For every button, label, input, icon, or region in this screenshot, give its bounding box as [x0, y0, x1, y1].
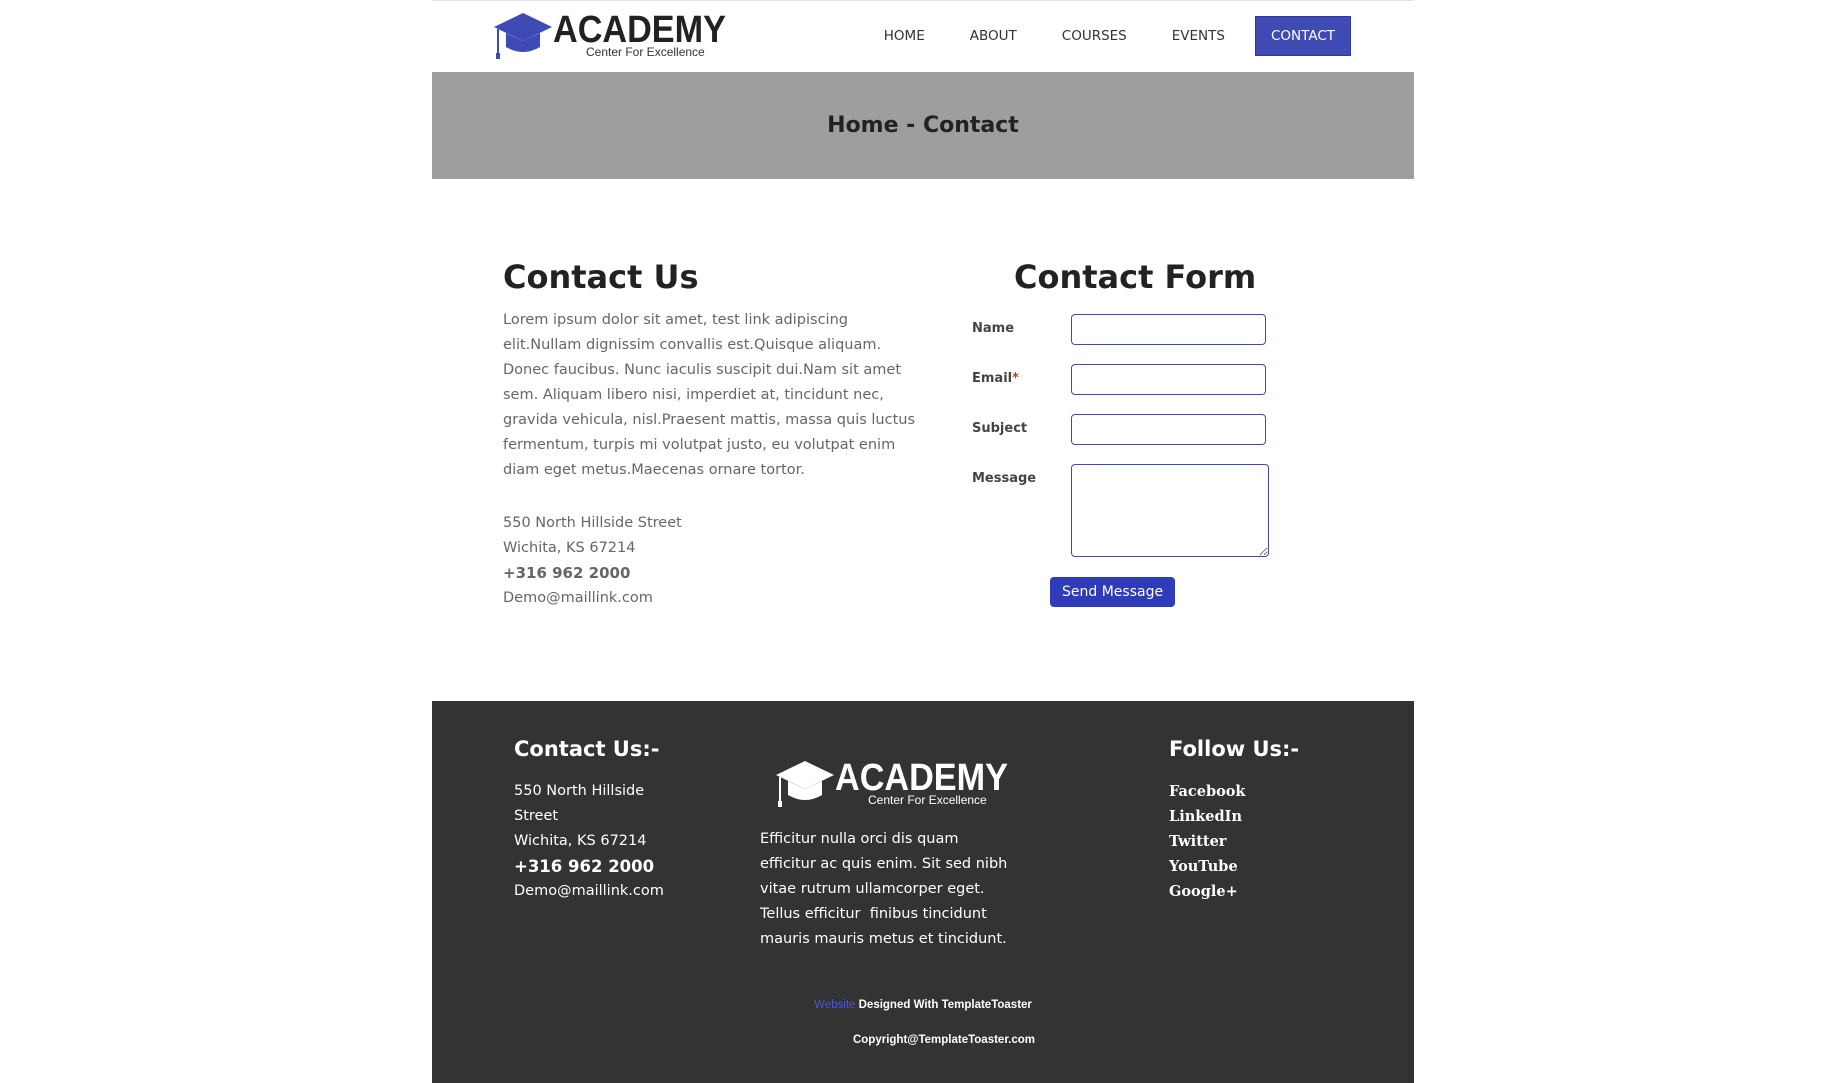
website-link[interactable]: Website: [814, 999, 855, 1011]
social-youtube[interactable]: YouTube: [1169, 854, 1349, 879]
subject-field[interactable]: [1071, 414, 1266, 445]
contact-info-section: Contact Us Lorem ipsum dolor sit amet, t…: [503, 258, 923, 611]
body-line: fermentum, turpis mi volutpat justo, eu …: [503, 437, 896, 453]
email-label-text: Email: [972, 371, 1013, 386]
nav-about[interactable]: ABOUT: [955, 16, 1032, 56]
footer-email[interactable]: Demo@maillink.com: [514, 879, 714, 904]
message-label: Message: [972, 471, 1037, 486]
email-label: Email*: [972, 371, 1019, 386]
copyright: Copyright@TemplateToaster.com: [852, 1034, 1036, 1046]
address-line-2: Wichita, KS 67214: [503, 540, 636, 556]
nav-events[interactable]: EVENTS: [1157, 16, 1240, 56]
social-links: Facebook LinkedIn Twitter YouTube Google…: [1169, 779, 1349, 904]
contact-address: 550 North Hillside Street Wichita, KS 67…: [503, 511, 923, 611]
footer-logo[interactable]: ACADEMY Center For Excellence: [774, 757, 1008, 813]
logo-tagline: Center For Excellence: [586, 45, 705, 59]
desc-line: mauris mauris metus et tincidunt.: [760, 931, 1007, 947]
name-label: Name: [972, 321, 1015, 336]
desc-line: Tellus efficitur finibus tincidunt: [760, 906, 987, 922]
social-googleplus[interactable]: Google+: [1169, 879, 1349, 904]
email-field[interactable]: [1071, 364, 1266, 395]
send-message-button[interactable]: Send Message: [1050, 577, 1176, 607]
nav-contact[interactable]: CONTACT: [1254, 16, 1351, 56]
social-twitter[interactable]: Twitter: [1169, 829, 1349, 854]
desc-line: Efficitur nulla orci dis quam: [760, 831, 959, 847]
subject-label: Subject: [972, 421, 1028, 436]
footer-address: 550 North Hillside Street Wichita, KS 67…: [514, 779, 714, 904]
social-linkedin[interactable]: LinkedIn: [1169, 804, 1349, 829]
main-nav: HOME ABOUT COURSES EVENTS CONTACT: [854, 16, 1351, 56]
page-banner: Home - Contact: [432, 72, 1414, 179]
page: ACADEMY Center For Excellence HOME ABOUT…: [432, 0, 1414, 1083]
graduation-cap-icon: [776, 761, 834, 807]
message-field[interactable]: [1071, 464, 1269, 557]
email-address[interactable]: Demo@maillink.com: [503, 586, 923, 611]
body-line: elit.Nullam dignissim convallis est.Quis…: [503, 337, 882, 353]
footer-address-a: 550 North Hillside: [514, 783, 645, 799]
footer-contact: Contact Us:- 550 North Hillside Street W…: [514, 737, 714, 904]
required-marker: *: [1012, 371, 1019, 386]
footer-credit: Website Designed With TemplateToaster: [432, 999, 1414, 1011]
footer-logo-tagline: Center For Excellence: [868, 793, 987, 807]
contact-us-body: Lorem ipsum dolor sit amet, test link ad…: [503, 308, 923, 483]
name-field[interactable]: [1071, 314, 1266, 345]
graduation-cap-icon: [494, 13, 552, 59]
footer-social: Follow Us:- Facebook LinkedIn Twitter Yo…: [1169, 737, 1349, 904]
nav-home[interactable]: HOME: [869, 16, 940, 56]
social-facebook[interactable]: Facebook: [1169, 779, 1349, 804]
body-line: gravida vehicula, nisl.Praesent mattis, …: [503, 412, 916, 428]
contact-form-heading: Contact Form: [1014, 258, 1257, 296]
desc-line: vitae rutrum ullamcorper eget.: [760, 881, 985, 897]
footer-phone: +316 962 2000: [514, 857, 655, 876]
body-line: Lorem ipsum dolor sit amet, test link ad…: [503, 312, 848, 328]
follow-heading: Follow Us:-: [1169, 737, 1300, 761]
footer-address-b: Street: [514, 808, 559, 824]
contact-us-heading: Contact Us: [503, 258, 699, 296]
address-line-1: 550 North Hillside Street: [503, 515, 682, 531]
phone-number: +316 962 2000: [503, 564, 631, 582]
nav-courses[interactable]: COURSES: [1047, 16, 1142, 56]
footer-address-c: Wichita, KS 67214: [514, 833, 647, 849]
body-line: Donec faucibus. Nunc iaculis suscipit du…: [503, 362, 901, 378]
credit-text: Designed With TemplateToaster: [855, 999, 1032, 1011]
footer-contact-heading: Contact Us:-: [514, 737, 660, 761]
breadcrumb: Home - Contact: [827, 113, 1019, 138]
body-line: sem. Aliquam libero nisi, imperdiet at, …: [503, 387, 884, 403]
desc-line: efficitur ac quis enim. Sit sed nibh: [760, 856, 1008, 872]
site-logo[interactable]: ACADEMY Center For Excellence: [492, 9, 726, 65]
body-line: diam eget metus.Maecenas ornare tortor.: [503, 462, 805, 478]
site-header: ACADEMY Center For Excellence HOME ABOUT…: [432, 0, 1414, 72]
footer-description: Efficitur nulla orci dis quam efficitur …: [760, 827, 1020, 952]
site-footer: Contact Us:- 550 North Hillside Street W…: [432, 701, 1414, 1083]
